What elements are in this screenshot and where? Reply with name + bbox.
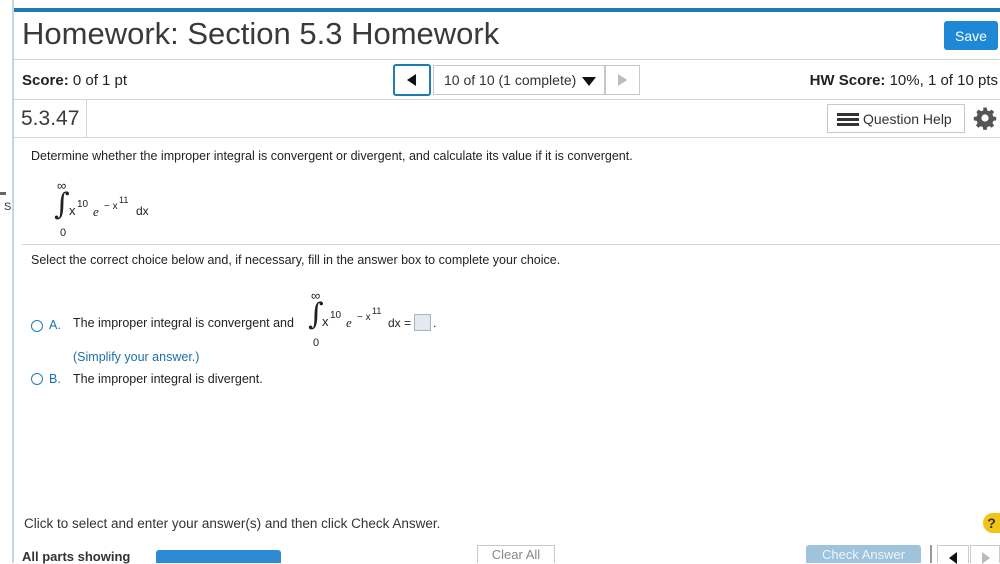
euler-e: e <box>346 315 352 330</box>
divider <box>14 59 1000 60</box>
e-exponent: − x <box>357 312 371 323</box>
simplify-hint: (Simplify your answer.) <box>73 350 200 364</box>
power: 10 <box>330 310 342 321</box>
next-question-button[interactable] <box>605 65 640 95</box>
list-icon <box>837 113 859 127</box>
chevron-right-icon <box>618 74 627 86</box>
euler-e: e <box>93 204 99 219</box>
check-answer-button[interactable]: Check Answer <box>806 545 921 563</box>
divider <box>14 137 1000 138</box>
answer-input-box[interactable] <box>414 314 431 331</box>
divider <box>14 99 1000 100</box>
divider <box>22 244 1000 245</box>
score-label: Score: <box>22 72 69 89</box>
differential-equals: dx = <box>388 316 412 330</box>
base-variable: x <box>322 314 329 329</box>
question-help-button[interactable]: Question Help <box>827 104 965 133</box>
lower-limit: 0 <box>60 227 67 239</box>
question-selector-dropdown[interactable]: 10 of 10 (1 complete) <box>433 65 605 95</box>
all-parts-showing-label: All parts showing <box>22 549 131 564</box>
help-icon[interactable]: ? <box>983 513 1000 533</box>
answer-period: . <box>433 316 437 330</box>
settings-button[interactable] <box>973 106 997 130</box>
chevron-left-icon <box>407 74 416 86</box>
previous-question-button[interactable] <box>393 64 431 96</box>
hw-score-value: 10%, 1 of 10 pts <box>889 72 998 89</box>
score-value: 0 of 1 pt <box>72 72 128 89</box>
chevron-left-icon <box>949 552 957 564</box>
chevron-right-icon <box>982 552 990 564</box>
e-exponent-power: 11 <box>119 195 129 205</box>
question-help-label: Question Help <box>863 111 952 127</box>
differential: dx <box>136 204 149 218</box>
instruction-text: Select the correct choice below and, if … <box>31 253 561 267</box>
left-edge-strip: S <box>0 0 14 563</box>
strip-mark <box>0 192 6 195</box>
hw-score-label: HW Score: <box>809 72 886 89</box>
integral-sign: ∫ <box>54 187 70 222</box>
option-a-integral: ∞ ∫ 0 x 10 e − x 11 dx = <box>308 288 415 349</box>
question-selector-label: 10 of 10 (1 complete) <box>444 72 577 88</box>
save-button[interactable]: Save <box>944 21 998 50</box>
question-number: 5.3.47 <box>21 107 80 130</box>
footer-next-button[interactable] <box>970 545 1000 564</box>
clear-all-button[interactable]: Clear All <box>477 545 555 563</box>
lower-limit: 0 <box>313 337 320 349</box>
option-a-letter: A. <box>49 318 61 332</box>
option-b-text: The improper integral is divergent. <box>73 372 263 386</box>
page-title: Homework: Section 5.3 Homework <box>22 16 500 51</box>
score-display: Score: 0 of 1 pt <box>22 72 127 89</box>
hw-score-display: HW Score: 10%, 1 of 10 pts <box>810 72 998 89</box>
integral-expression: ∞ ∫ 0 x 10 e − x 11 dx <box>54 178 166 239</box>
footer-instruction: Click to select and enter your answer(s)… <box>24 516 441 531</box>
gear-icon <box>973 107 997 130</box>
question-prompt: Determine whether the improper integral … <box>31 149 633 163</box>
e-exponent: − x <box>104 201 118 212</box>
option-a-text: The improper integral is convergent and <box>73 316 294 330</box>
base-variable: x <box>69 203 76 218</box>
caret-down-icon <box>582 77 596 86</box>
power: 10 <box>77 199 89 210</box>
strip-letter: S <box>4 201 12 213</box>
e-exponent-power: 11 <box>372 306 382 316</box>
option-a-radio[interactable] <box>31 320 43 332</box>
option-b-letter: B. <box>49 372 61 386</box>
progress-tab[interactable] <box>156 550 281 563</box>
option-b-radio[interactable] <box>31 373 43 385</box>
footer-separator <box>930 545 932 563</box>
top-accent-bar <box>14 8 1000 12</box>
footer-previous-button[interactable] <box>937 545 969 564</box>
